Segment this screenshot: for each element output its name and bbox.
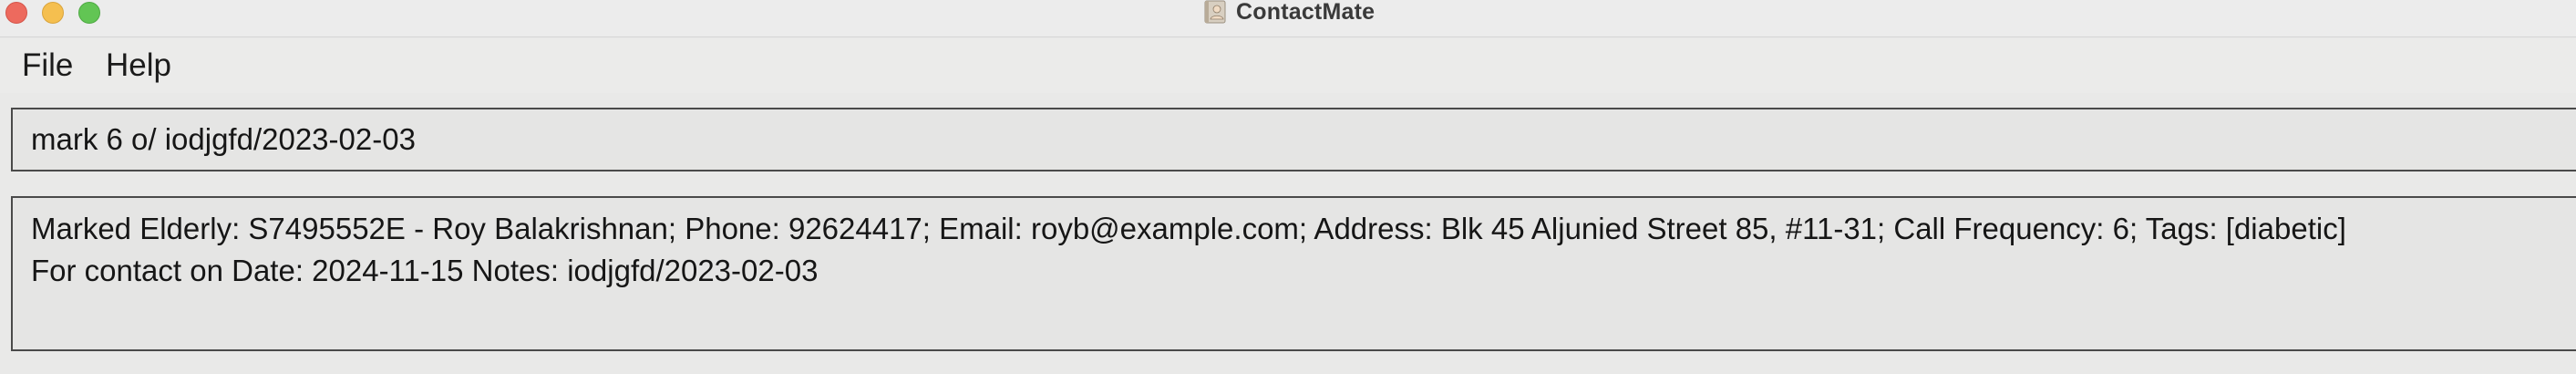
window-title: ContactMate xyxy=(1236,0,1376,25)
result-display[interactable]: Marked Elderly: S7495552E - Roy Balakris… xyxy=(11,196,2576,351)
menu-help[interactable]: Help xyxy=(106,47,171,84)
contact-book-icon xyxy=(1204,0,1226,24)
command-input[interactable]: mark 6 o/ iodjgfd/2023-02-03 xyxy=(11,108,2576,171)
zoom-window-button[interactable] xyxy=(78,2,100,24)
result-line-1: Marked Elderly: S7495552E - Roy Balakris… xyxy=(31,212,2346,245)
close-window-button[interactable] xyxy=(5,2,27,24)
result-line-2: For contact on Date: 2024-11-15 Notes: i… xyxy=(31,254,819,287)
menu-file[interactable]: File xyxy=(22,47,73,84)
minimize-window-button[interactable] xyxy=(42,2,64,24)
window-title-area: ContactMate xyxy=(1203,0,1376,25)
window-titlebar: ContactMate xyxy=(0,0,2576,37)
menu-bar: File Help xyxy=(0,38,2576,93)
command-input-text: mark 6 o/ iodjgfd/2023-02-03 xyxy=(31,122,416,156)
